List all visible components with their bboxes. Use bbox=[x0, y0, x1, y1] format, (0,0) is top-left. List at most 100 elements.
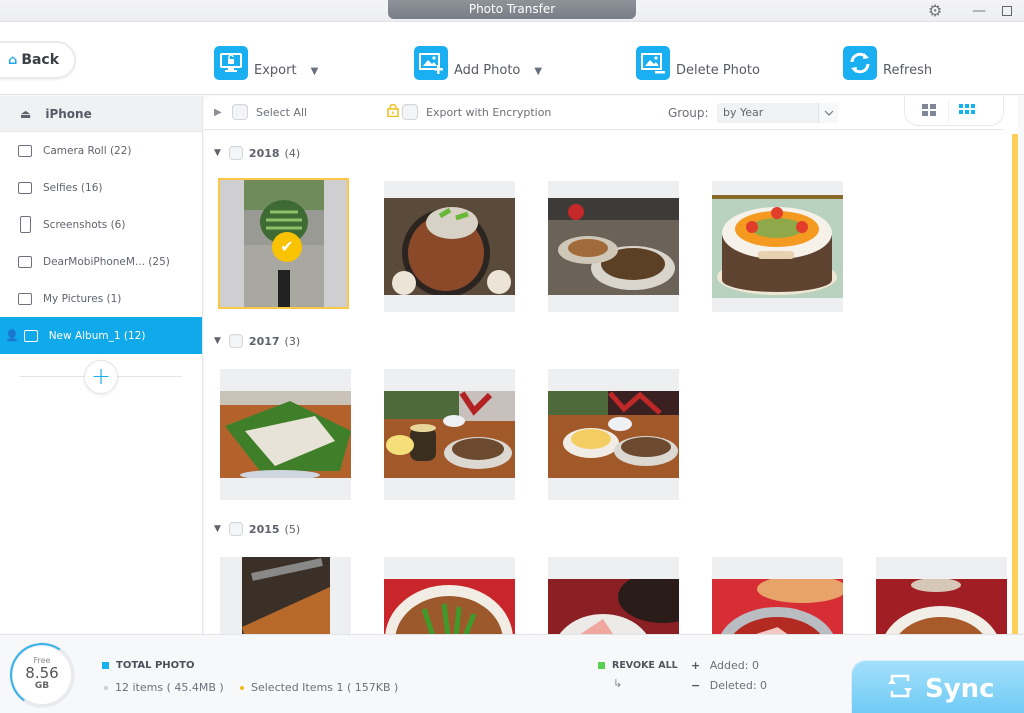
legend-square-icon bbox=[598, 662, 605, 669]
photo-thumbnail[interactable] bbox=[876, 557, 1007, 634]
device-header[interactable]: ⏏ iPhone bbox=[0, 96, 202, 132]
delete-photo-button[interactable]: Delete Photo bbox=[636, 46, 760, 80]
collapse-icon[interactable]: ▼ bbox=[214, 148, 221, 158]
minus-icon: − bbox=[691, 679, 701, 692]
group-checkbox[interactable] bbox=[228, 146, 243, 160]
photo-table-dishes bbox=[548, 198, 679, 295]
refresh-button[interactable]: Refresh bbox=[843, 46, 932, 80]
export-button[interactable]: Export ▼ bbox=[214, 46, 318, 80]
revoke-all-label: REVOKE ALL bbox=[612, 660, 678, 671]
export-label: Export bbox=[254, 63, 297, 78]
photo-thumbnail[interactable] bbox=[384, 181, 515, 312]
eject-icon[interactable]: ⏏ bbox=[20, 107, 31, 121]
group-select[interactable]: by Year bbox=[717, 103, 838, 123]
selfie-camera-icon bbox=[18, 181, 32, 194]
expand-all-icon[interactable]: ▶ bbox=[214, 107, 222, 118]
deleted-count: − Deleted: 0 bbox=[691, 679, 767, 692]
photo-spicy-stew bbox=[384, 579, 515, 634]
divider bbox=[948, 99, 949, 123]
group-year: 2017 bbox=[248, 334, 280, 348]
collapse-icon[interactable]: ▼ bbox=[214, 336, 221, 346]
refresh-icon bbox=[843, 46, 877, 80]
minimize-button[interactable]: — bbox=[972, 2, 986, 20]
legend-square-icon bbox=[102, 662, 109, 669]
sidebar-item-label: Selfies (16) bbox=[43, 181, 103, 194]
add-photo-icon bbox=[414, 46, 448, 80]
photo-thumbnail[interactable]: ✔ bbox=[218, 178, 349, 309]
add-photo-dropdown-icon[interactable]: ▼ bbox=[534, 66, 542, 77]
add-photo-button[interactable]: Add Photo ▼ bbox=[414, 46, 542, 80]
photo-thumbnail[interactable] bbox=[712, 557, 843, 634]
photo-thumbnail[interactable] bbox=[220, 557, 351, 634]
sync-button[interactable]: Sync bbox=[852, 661, 1024, 713]
photo-thumbnail[interactable] bbox=[548, 369, 679, 500]
sidebar-item-label: My Pictures (1) bbox=[43, 292, 122, 305]
sync-label: Sync bbox=[925, 674, 995, 704]
sync-icon bbox=[887, 672, 913, 706]
scrollbar-thumb[interactable] bbox=[1012, 134, 1018, 634]
checkbox[interactable] bbox=[232, 104, 248, 120]
group-checkbox[interactable] bbox=[228, 522, 243, 536]
device-name: iPhone bbox=[45, 106, 92, 121]
sidebar-item-selfies[interactable]: Selfies (16) bbox=[0, 169, 202, 206]
total-items-stat: 12 items ( 45.4MB ) bbox=[104, 681, 224, 694]
camera-icon bbox=[18, 144, 32, 157]
photo-thumbnail[interactable] bbox=[384, 369, 515, 500]
monitor-export-icon bbox=[214, 46, 248, 80]
add-photo-label: Add Photo bbox=[454, 63, 521, 78]
photo-thumbnail[interactable] bbox=[548, 557, 679, 634]
photo-bbq-grill bbox=[384, 198, 515, 295]
view-mode-tabs bbox=[904, 96, 1004, 126]
phone-icon bbox=[20, 216, 31, 233]
plus-icon: + bbox=[691, 659, 701, 672]
export-dropdown-icon[interactable]: ▼ bbox=[311, 66, 319, 77]
sidebar-item-dearmobiphone[interactable]: DearMobiPhoneM... (25) bbox=[0, 243, 202, 280]
image-icon bbox=[23, 329, 38, 342]
sidebar-item-label: DearMobiPhoneM... (25) bbox=[43, 255, 170, 268]
back-button[interactable]: ⌂ Back bbox=[0, 41, 76, 79]
status-bar: Free 8.56 GB TOTAL PHOTO 12 items ( 45.4… bbox=[0, 634, 1024, 713]
settings-gear-icon[interactable]: ⚙ bbox=[928, 2, 942, 20]
export-encryption-checkbox[interactable]: Export with Encryption bbox=[387, 103, 551, 120]
select-all-checkbox[interactable]: Select All bbox=[232, 104, 307, 120]
photo-thumbnail[interactable] bbox=[548, 181, 679, 312]
selected-items-text: Selected Items 1 ( 157KB ) bbox=[251, 681, 399, 694]
photo-thumbnail[interactable] bbox=[712, 181, 843, 312]
photo-thumbnail[interactable] bbox=[220, 369, 351, 500]
group-count: (3) bbox=[284, 334, 301, 348]
group-label: Group: bbox=[668, 106, 709, 120]
add-user-icon[interactable]: 👤 bbox=[5, 329, 19, 342]
sidebar-item-label: New Album_1 (12) bbox=[48, 329, 146, 342]
bullet-icon bbox=[104, 685, 108, 690]
title-bar: Photo Transfer ⚙ — bbox=[0, 0, 1024, 22]
maximize-button[interactable] bbox=[1002, 6, 1012, 16]
group-year: 2015 bbox=[248, 522, 280, 536]
photo-transfer-window: Photo Transfer ⚙ — ⌂ Back Export ▼ Add P… bbox=[0, 0, 1024, 713]
photo-skewers bbox=[242, 557, 330, 634]
group-header-2018[interactable]: ▼ 2018 (4) bbox=[214, 146, 300, 160]
sidebar-item-new-album-1[interactable]: 👤 New Album_1 (12) bbox=[0, 317, 202, 354]
chevron-down-icon[interactable] bbox=[818, 103, 838, 123]
photo-fruit-cake bbox=[712, 195, 843, 298]
deleted-label: Deleted: 0 bbox=[709, 679, 768, 692]
group-header-2015[interactable]: ▼ 2015 (5) bbox=[214, 522, 300, 536]
vertical-scrollbar[interactable] bbox=[1012, 134, 1018, 634]
small-grid-view-icon[interactable] bbox=[959, 104, 975, 116]
add-album-button[interactable]: + bbox=[84, 360, 118, 394]
sidebar-item-screenshots[interactable]: Screenshots (6) bbox=[0, 206, 202, 243]
large-grid-view-icon[interactable] bbox=[922, 104, 936, 116]
sidebar-item-my-pictures[interactable]: My Pictures (1) bbox=[0, 280, 202, 317]
group-year: 2018 bbox=[248, 146, 280, 160]
group-header-2017[interactable]: ▼ 2017 (3) bbox=[214, 334, 300, 348]
sidebar-item-camera-roll[interactable]: Camera Roll (22) bbox=[0, 132, 202, 169]
refresh-label: Refresh bbox=[883, 63, 933, 78]
checkbox[interactable] bbox=[402, 104, 418, 120]
revoke-all-button[interactable]: REVOKE ALL bbox=[598, 660, 678, 671]
toolbar: ⌂ Back Export ▼ Add Photo ▼ Delete Photo bbox=[0, 22, 1024, 95]
total-items-text: 12 items ( 45.4MB ) bbox=[115, 681, 224, 694]
group-checkbox[interactable] bbox=[228, 334, 243, 348]
home-icon: ⌂ bbox=[8, 52, 18, 68]
collapse-icon[interactable]: ▼ bbox=[214, 524, 221, 534]
photo-thumbnail[interactable] bbox=[384, 557, 515, 634]
total-photo-label: TOTAL PHOTO bbox=[116, 660, 195, 671]
